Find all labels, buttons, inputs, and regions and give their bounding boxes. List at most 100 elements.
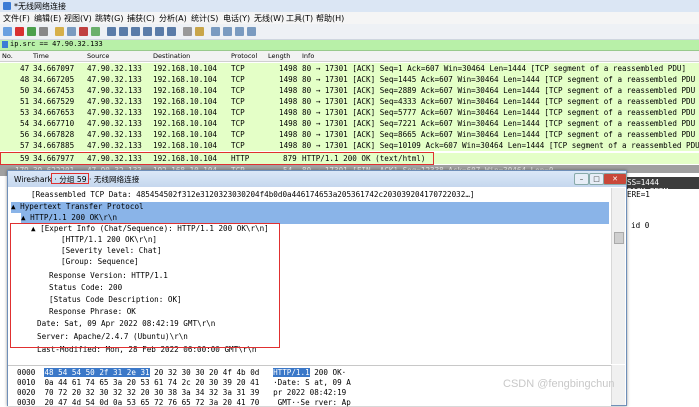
tree-scrollbar[interactable] (611, 188, 625, 364)
menu-tools[interactable]: 工具(T) (286, 13, 313, 24)
dialog-titlebar[interactable]: Wireshark · 分组 59 · 无线网络连接 – □ ✕ (8, 171, 627, 187)
normal-size-icon[interactable] (235, 27, 244, 36)
packet-no: 50 (20, 86, 30, 95)
bytes-hex: 70 72 20 32 30 32 32 20 30 38 3a 34 32 3… (44, 388, 260, 397)
bytes-hex: 20 32 30 30 20 4f 4b 0d (149, 368, 260, 377)
packet-row[interactable]: 47 34.667097 47.90.32.133 192.168.10.104… (0, 63, 699, 74)
menu-telephony[interactable]: 电话(Y) (223, 13, 250, 24)
packet-info: 80 → 17301 [ACK] Seq=1445 Ack=607 Win=30… (302, 75, 696, 84)
bytes-hex-selected: 48 54 54 50 2f 31 2e 31 (44, 368, 150, 377)
packet-time: 34.667529 (33, 97, 75, 106)
last-packet-icon[interactable] (167, 27, 176, 36)
menu-view[interactable]: 视图(V) (64, 13, 92, 24)
packet-destination: 192.168.10.104 (153, 119, 218, 128)
bookmark-icon[interactable] (2, 41, 8, 48)
bytes-offset: 0020 (17, 388, 36, 397)
collapse-arrow-icon[interactable]: ▲ (11, 202, 16, 211)
menu-help[interactable]: 帮助(H) (316, 13, 344, 24)
column-source[interactable]: Source (87, 52, 109, 60)
annotation-box-group (51, 173, 89, 184)
packet-row[interactable]: 50 34.667453 47.90.32.133 192.168.10.104… (0, 85, 699, 96)
collapse-arrow-icon[interactable]: ▲ (21, 213, 26, 222)
display-filter-input[interactable]: ip.src == 47.90.32.133 (10, 40, 103, 48)
packet-destination: 192.168.10.104 (153, 97, 218, 106)
capture-options-icon[interactable] (39, 27, 48, 36)
first-packet-icon[interactable] (155, 27, 164, 36)
find-packet-icon[interactable] (107, 27, 116, 36)
packet-source: 47.90.32.133 (87, 86, 142, 95)
menu-analyze[interactable]: 分析(A) (159, 13, 187, 24)
packet-source: 47.90.32.133 (87, 130, 142, 139)
packet-info: 80 → 17301 [ACK] Seq=2889 Ack=607 Win=30… (302, 86, 696, 95)
column-protocol[interactable]: Protocol (231, 52, 257, 60)
menu-capture[interactable]: 捕获(C) (127, 13, 155, 24)
tree-line-http[interactable]: ▲ Hypertext Transfer Protocol (11, 202, 609, 213)
packet-row[interactable]: 51 34.667529 47.90.32.133 192.168.10.104… (0, 96, 699, 107)
colorize-icon[interactable] (195, 27, 204, 36)
autoscroll-icon[interactable] (183, 27, 192, 36)
bytes-ascii: pr 2022 08:42:19 (273, 388, 347, 397)
scrollbar-thumb[interactable] (614, 232, 624, 244)
packet-row[interactable]: 54 34.667710 47.90.32.133 192.168.10.104… (0, 118, 699, 129)
close-button[interactable]: ✕ (603, 173, 627, 185)
packet-info: 80 → 17301 [ACK] Seq=10109 Ack=607 Win=3… (302, 141, 699, 150)
column-destination[interactable]: Destination (153, 52, 190, 60)
menu-wireless[interactable]: 无线(W) (254, 13, 284, 24)
go-forward-icon[interactable] (131, 27, 140, 36)
maximize-button[interactable]: □ (589, 173, 604, 185)
packet-length: 1498 (279, 97, 298, 106)
bytes-offset: 0010 (17, 378, 36, 387)
bytes-row[interactable]: 0010 0a 44 61 74 65 3a 20 53 61 74 2c 20… (17, 378, 351, 387)
packet-info: 80 → 17301 [ACK] Seq=4333 Ack=607 Win=30… (302, 97, 696, 106)
zoom-out-icon[interactable] (223, 27, 232, 36)
packet-row[interactable]: 56 34.667828 47.90.32.133 192.168.10.104… (0, 129, 699, 140)
menu-go[interactable]: 跳转(G) (95, 13, 123, 24)
save-file-icon[interactable] (67, 27, 76, 36)
packet-no: 53 (20, 108, 30, 117)
menu-edit[interactable]: 编辑(E) (34, 13, 61, 24)
packet-info: 80 → 17301 [ACK] Seq=5777 Ack=607 Win=30… (302, 108, 696, 117)
packet-source: 47.90.32.133 (87, 108, 142, 117)
bytes-row[interactable]: 0000 48 54 54 50 2f 31 2e 31 20 32 30 30… (17, 368, 346, 377)
bytes-row[interactable]: 0030 20 47 4d 54 0d 0a 53 65 72 76 65 72… (17, 398, 351, 407)
tree-line-text: Hypertext Transfer Protocol (20, 202, 144, 211)
main-window-titlebar: *无线网络连接 (0, 0, 699, 12)
packet-protocol: TCP (231, 141, 245, 150)
peek-text: id 0 (631, 221, 650, 230)
minimize-button[interactable]: – (574, 173, 589, 185)
packet-no: 51 (20, 97, 30, 106)
packet-time: 34.667653 (33, 108, 75, 117)
annotation-box-http (10, 223, 280, 348)
packet-protocol: TCP (231, 130, 245, 139)
packet-list-header: No. Time Source Destination Protocol Len… (0, 51, 699, 62)
annotation-box-packet (0, 152, 434, 165)
bytes-ascii: 200 OK· (309, 368, 347, 377)
column-info[interactable]: Info (302, 52, 314, 60)
start-capture-icon[interactable] (3, 27, 12, 36)
packet-row[interactable]: 53 34.667653 47.90.32.133 192.168.10.104… (0, 107, 699, 118)
packet-row[interactable]: 57 34.667885 47.90.32.133 192.168.10.104… (0, 140, 699, 151)
menu-file[interactable]: 文件(F) (3, 13, 30, 24)
packet-protocol: TCP (231, 97, 245, 106)
restart-capture-icon[interactable] (27, 27, 36, 36)
menu-statistics[interactable]: 统计(S) (191, 13, 218, 24)
packet-destination: 192.168.10.104 (153, 64, 218, 73)
go-back-icon[interactable] (119, 27, 128, 36)
packet-time: 34.667453 (33, 86, 75, 95)
resize-columns-icon[interactable] (247, 27, 256, 36)
column-no[interactable]: No. (2, 52, 13, 60)
close-file-icon[interactable] (79, 27, 88, 36)
stop-capture-icon[interactable] (15, 27, 24, 36)
reload-file-icon[interactable] (91, 27, 100, 36)
zoom-in-icon[interactable] (211, 27, 220, 36)
tree-line[interactable]: [Reassembled TCP Data: 485454502f312e312… (31, 190, 474, 201)
open-file-icon[interactable] (55, 27, 64, 36)
bytes-row[interactable]: 0020 70 72 20 32 30 32 32 20 30 38 3a 34… (17, 388, 346, 397)
packet-length: 1498 (279, 86, 298, 95)
tree-line-text: [Reassembled TCP Data: 485454502f312e312… (31, 190, 475, 199)
go-to-packet-icon[interactable] (143, 27, 152, 36)
column-time[interactable]: Time (33, 52, 49, 60)
display-filter-bar[interactable]: ip.src == 47.90.32.133 (0, 40, 699, 51)
packet-row[interactable]: 48 34.667205 47.90.32.133 192.168.10.104… (0, 74, 699, 85)
column-length[interactable]: Length (268, 52, 290, 60)
